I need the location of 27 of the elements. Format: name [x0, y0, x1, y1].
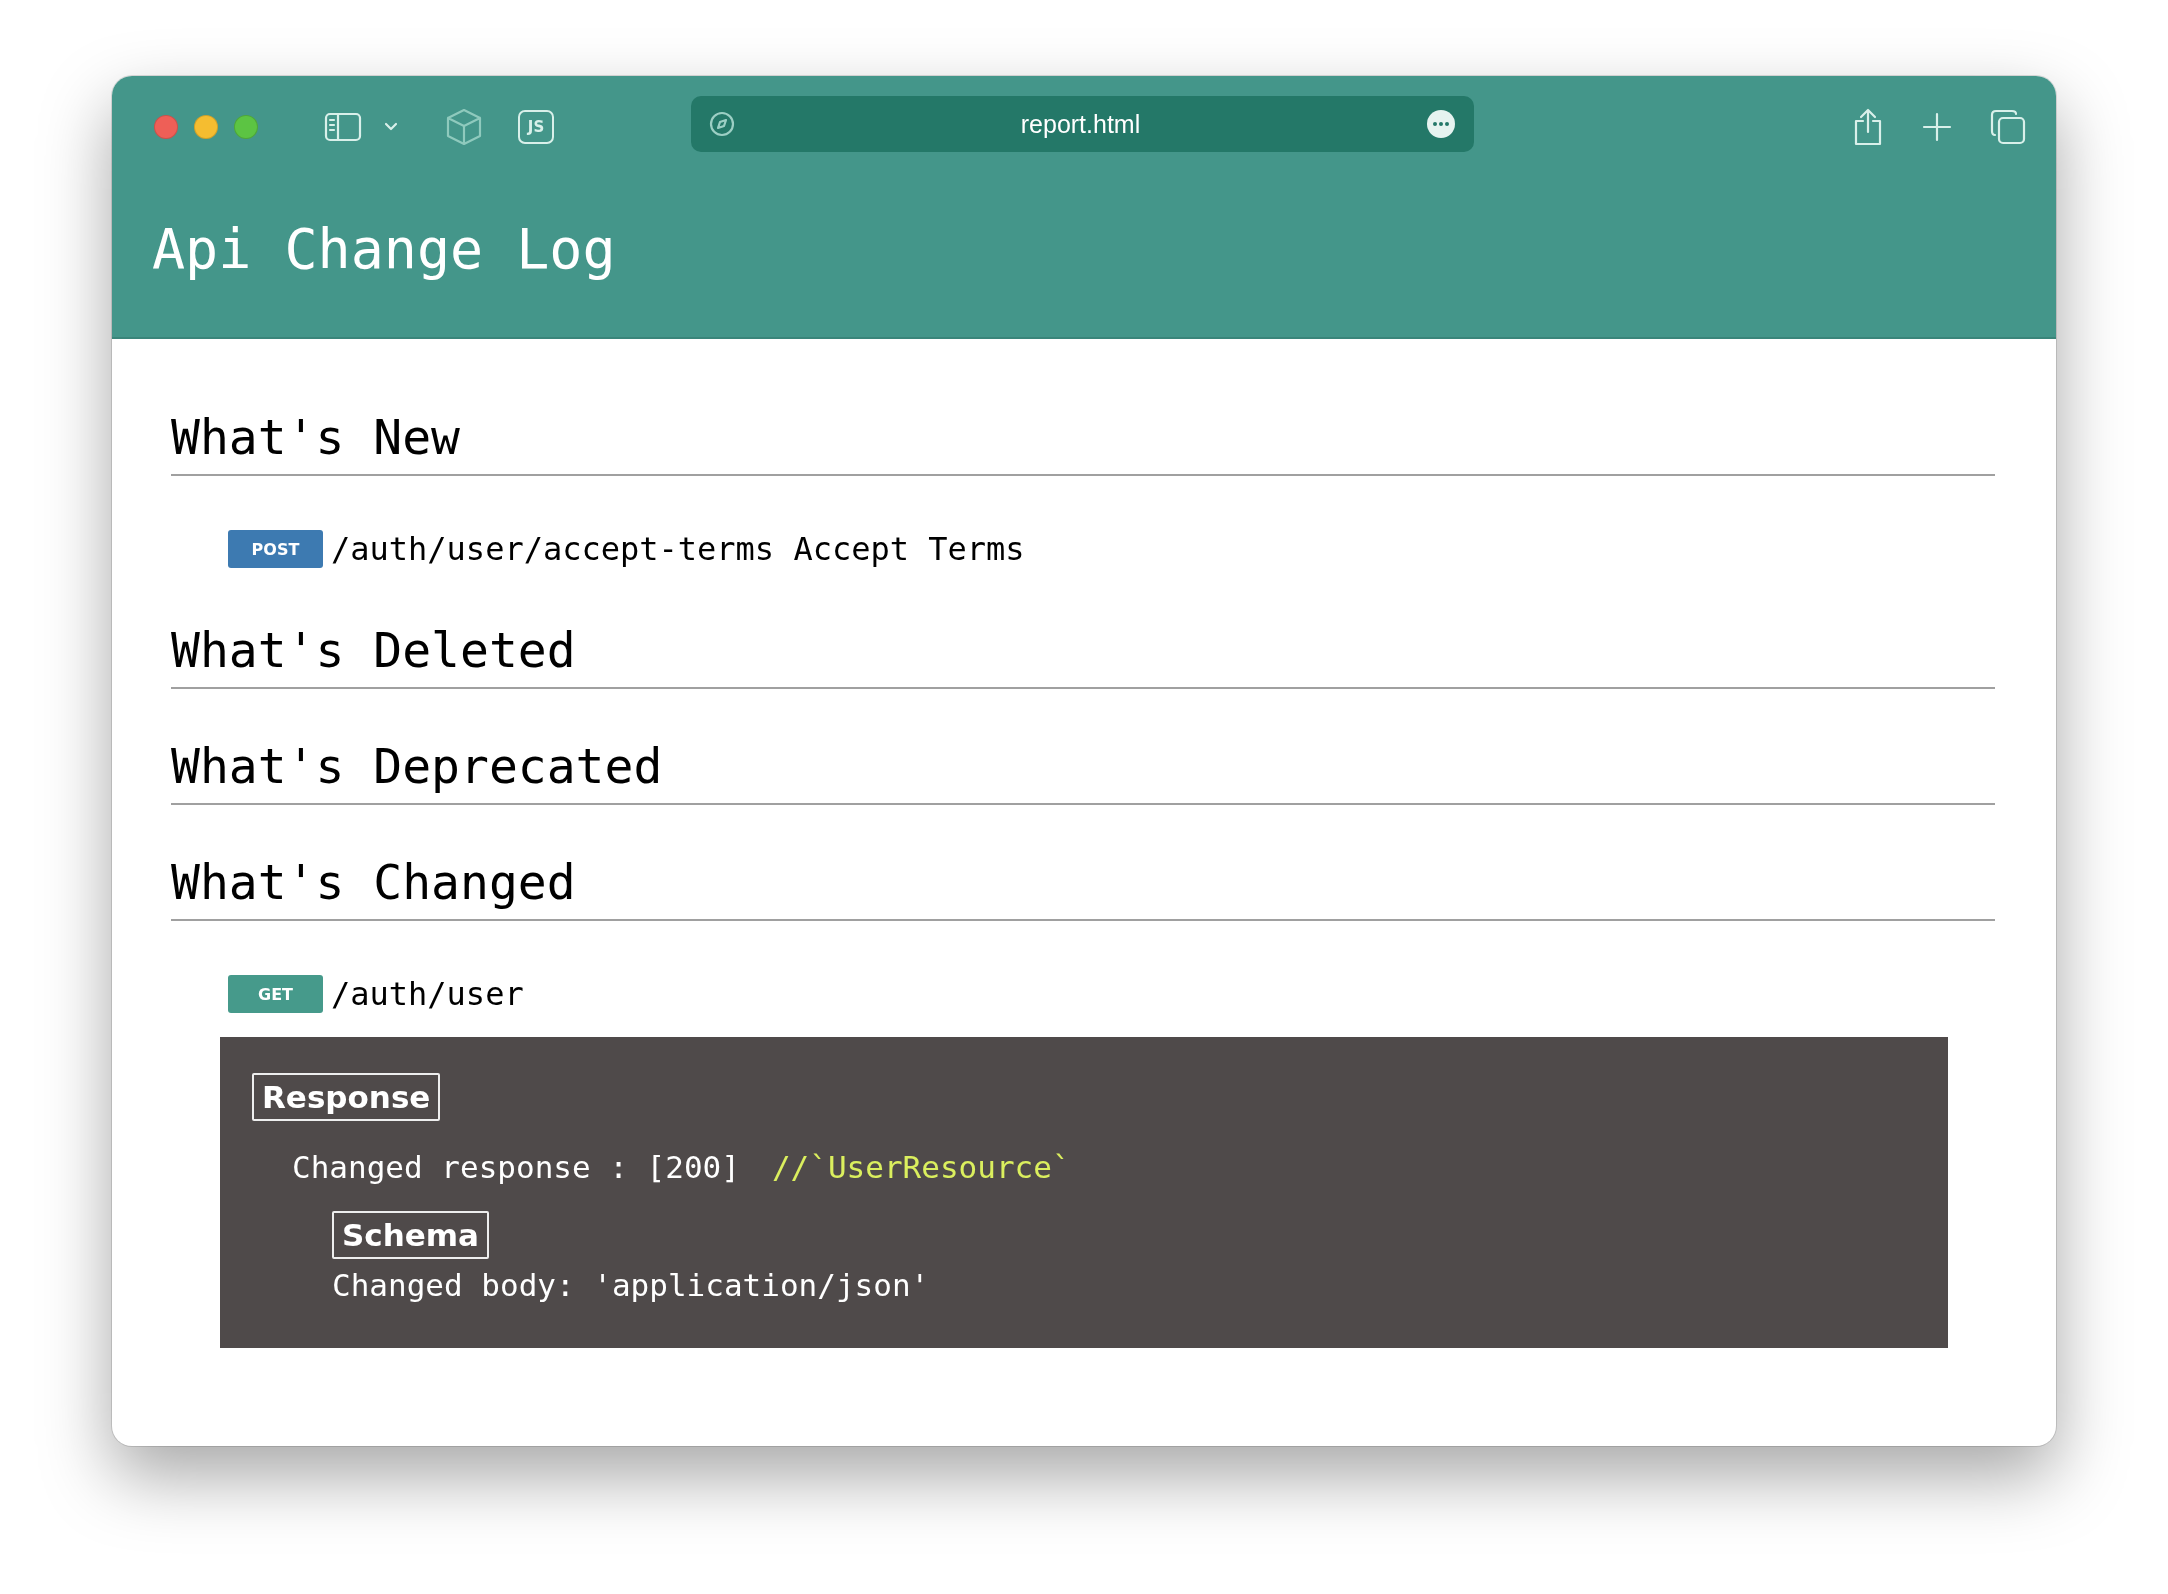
- maximize-icon[interactable]: [234, 115, 258, 139]
- endpoint-text: /auth/user/accept-terms Accept Terms: [331, 530, 1025, 568]
- section-heading: What's New: [171, 408, 1995, 476]
- method-badge: POST: [228, 530, 323, 568]
- more-icon[interactable]: [1426, 109, 1456, 139]
- minimize-icon[interactable]: [194, 115, 218, 139]
- body-change-text: Changed body: 'application/json': [332, 1266, 931, 1305]
- section-heading: What's Changed: [171, 853, 1995, 921]
- section-heading: What's Deprecated: [171, 737, 1995, 805]
- tabs-icon[interactable]: [1990, 109, 2026, 145]
- compass-icon: [709, 111, 735, 137]
- chevron-down-icon[interactable]: [384, 122, 398, 132]
- method-badge: GET: [228, 975, 323, 1013]
- cube-icon[interactable]: [444, 107, 484, 147]
- section-heading: What's Deleted: [171, 621, 1995, 689]
- share-icon[interactable]: [1852, 108, 1884, 146]
- address-bar[interactable]: report.html: [691, 96, 1474, 152]
- extension-button[interactable]: JS: [518, 110, 554, 144]
- endpoint-text: /auth/user: [331, 975, 524, 1013]
- schema-label: Schema: [332, 1211, 490, 1259]
- url-text: report.html: [1019, 109, 1142, 139]
- response-label: Response: [252, 1073, 441, 1121]
- sidebar-icon[interactable]: [324, 112, 362, 142]
- code-comment: //`UserResource`: [771, 1148, 1071, 1187]
- plus-icon[interactable]: [1922, 112, 1952, 142]
- page-title: Api Change Log: [112, 178, 2056, 339]
- response-change-text: Changed response : [200]: [292, 1148, 740, 1187]
